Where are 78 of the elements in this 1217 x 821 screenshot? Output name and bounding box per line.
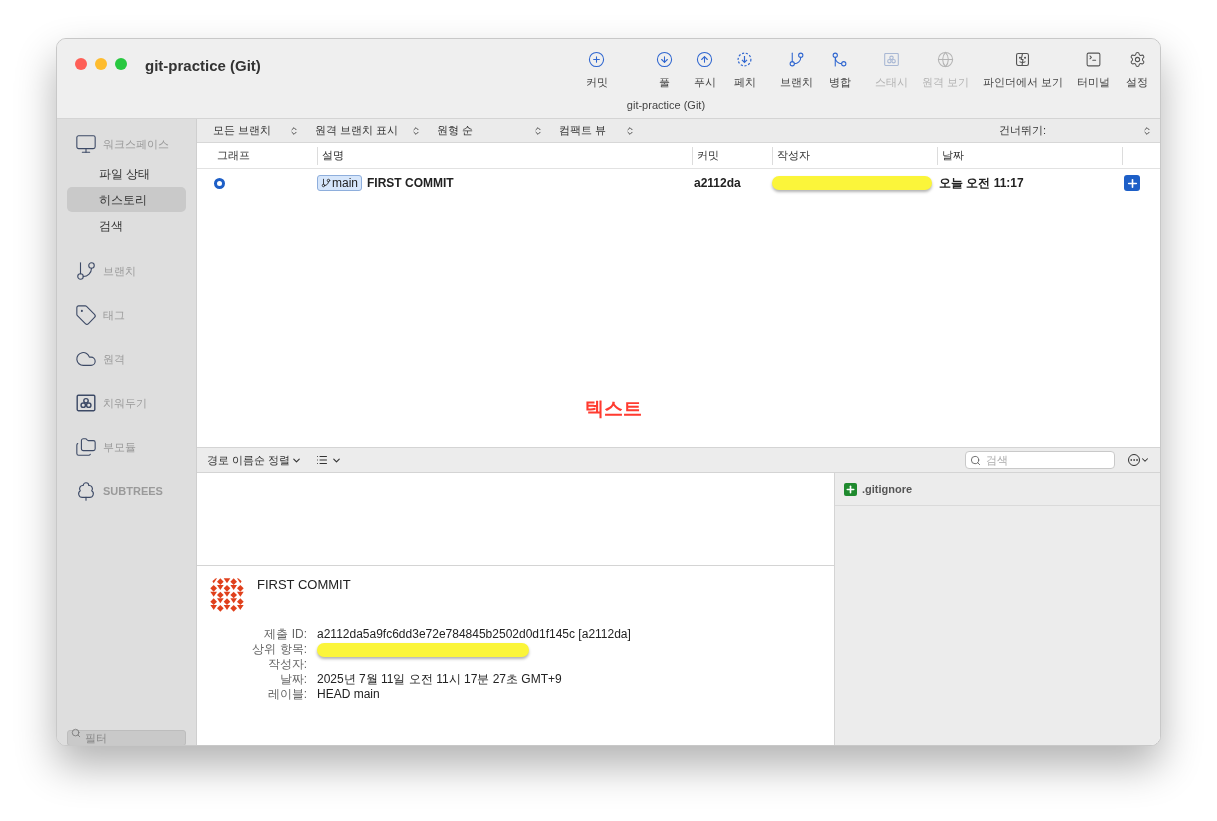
commit-title: FIRST COMMIT: [257, 576, 351, 594]
chevron-icon: [1140, 455, 1150, 465]
branch-name: main: [332, 175, 358, 192]
jump-label: 건너뛰기:: [998, 123, 1046, 139]
toolbar-button[interactable]: 푸시: [687, 51, 722, 91]
window-title: git-practice (Git): [145, 56, 261, 76]
column-header[interactable]: 커밋: [692, 146, 772, 165]
toolbar-button[interactable]: 브랜치: [775, 51, 817, 91]
column-header[interactable]: 날짜: [937, 146, 1122, 165]
sidebar-item[interactable]: 검색: [67, 213, 186, 238]
updown-icon: [289, 125, 299, 136]
field-label: 작성자:: [266, 657, 307, 672]
updown-icon: [533, 125, 543, 136]
terminal-icon: [1085, 51, 1102, 68]
search-icon: [970, 455, 981, 466]
search-field[interactable]: 검색: [965, 451, 1115, 469]
file-row[interactable]: .gitignore: [835, 473, 1160, 506]
download-icon: [736, 51, 754, 68]
commit-message: FIRST COMMIT: [367, 175, 454, 192]
plus-icon: [1125, 176, 1139, 190]
window-subtitle: git-practice (Git): [626, 97, 706, 113]
column-header[interactable]: 설명: [317, 146, 692, 165]
updown-icon[interactable]: [1142, 125, 1152, 136]
annotation-text: 텍스트: [585, 396, 642, 421]
column-header[interactable]: 그래프: [213, 146, 317, 165]
added-icon: [844, 482, 857, 496]
toolbar-button[interactable]: 풀: [647, 51, 682, 91]
updown-icon: [411, 125, 421, 136]
merge-icon: [831, 51, 849, 68]
toolbar-button[interactable]: 설정: [1120, 51, 1154, 91]
field-value: a2112da5a9fc6dd3e72e784845b2502d0d1f145c [a2112da]: [317, 627, 631, 642]
field-value: 2025년 7월 11일 오전 11시 17분 27초 GMT+9: [317, 672, 562, 687]
settings-icon: [1128, 51, 1146, 68]
field-label: 제출 ID:: [263, 627, 307, 642]
globe-icon: [936, 51, 954, 68]
zoom-button[interactable]: [115, 58, 127, 70]
view-mode-button[interactable]: [316, 454, 343, 466]
sort-dropdown[interactable]: 경로 이름순 정렬: [207, 451, 303, 469]
plus-icon: [588, 51, 606, 68]
filter-dropdown[interactable]: 컴팩트 뷰: [559, 122, 641, 139]
stash-icon: [882, 51, 900, 68]
toolbar-button[interactable]: 커밋: [579, 51, 614, 91]
upload-icon: [696, 51, 714, 68]
sidebar-item[interactable]: 히스토리: [67, 187, 186, 212]
download-icon: [656, 51, 674, 68]
field-label: 레이블:: [266, 687, 307, 702]
toolbar-button[interactable]: 페치: [727, 51, 762, 91]
toolbar-button[interactable]: 터미널: [1073, 51, 1114, 91]
search-icon: [71, 728, 81, 738]
branch-icon: [321, 178, 331, 188]
add-button[interactable]: [1124, 175, 1140, 191]
branch-icon: [787, 51, 805, 68]
sidebar-item[interactable]: 파일 상태: [67, 161, 186, 186]
updown-icon: [625, 125, 635, 136]
filter-dropdown[interactable]: 원격 브랜치 표시: [315, 122, 427, 139]
commit-hash: a2112da: [694, 176, 741, 190]
stash-icon: [75, 392, 97, 414]
folders-icon: [75, 436, 97, 458]
tree-icon: [75, 480, 97, 502]
filter-field[interactable]: 필터: [67, 730, 186, 745]
field-label: 상위 항목:: [251, 642, 307, 657]
graph-node: [214, 177, 225, 189]
filter-dropdown[interactable]: 원형 순: [437, 122, 549, 139]
commit-date: 오늘 오전 11:17: [939, 176, 1024, 190]
column-header[interactable]: 작성자: [772, 146, 937, 165]
toolbar-button[interactable]: 병합: [822, 51, 857, 91]
branch-icon: [75, 260, 97, 282]
monitor-icon: [75, 133, 97, 155]
tag-icon: [75, 304, 97, 326]
list-icon: [316, 454, 329, 466]
commit-row[interactable]: main FIRST COMMIT a2112da 오늘 오전 11:17: [197, 169, 1160, 197]
close-button[interactable]: [75, 58, 87, 70]
field-value: HEAD main: [317, 687, 380, 702]
field-label: 날짜:: [278, 672, 307, 687]
finder-icon: [1014, 51, 1032, 68]
toolbar-button[interactable]: 파인더에서 보기: [978, 51, 1067, 91]
file-name: .gitignore: [862, 481, 913, 497]
filter-dropdown[interactable]: 모든 브랜치: [213, 122, 305, 139]
